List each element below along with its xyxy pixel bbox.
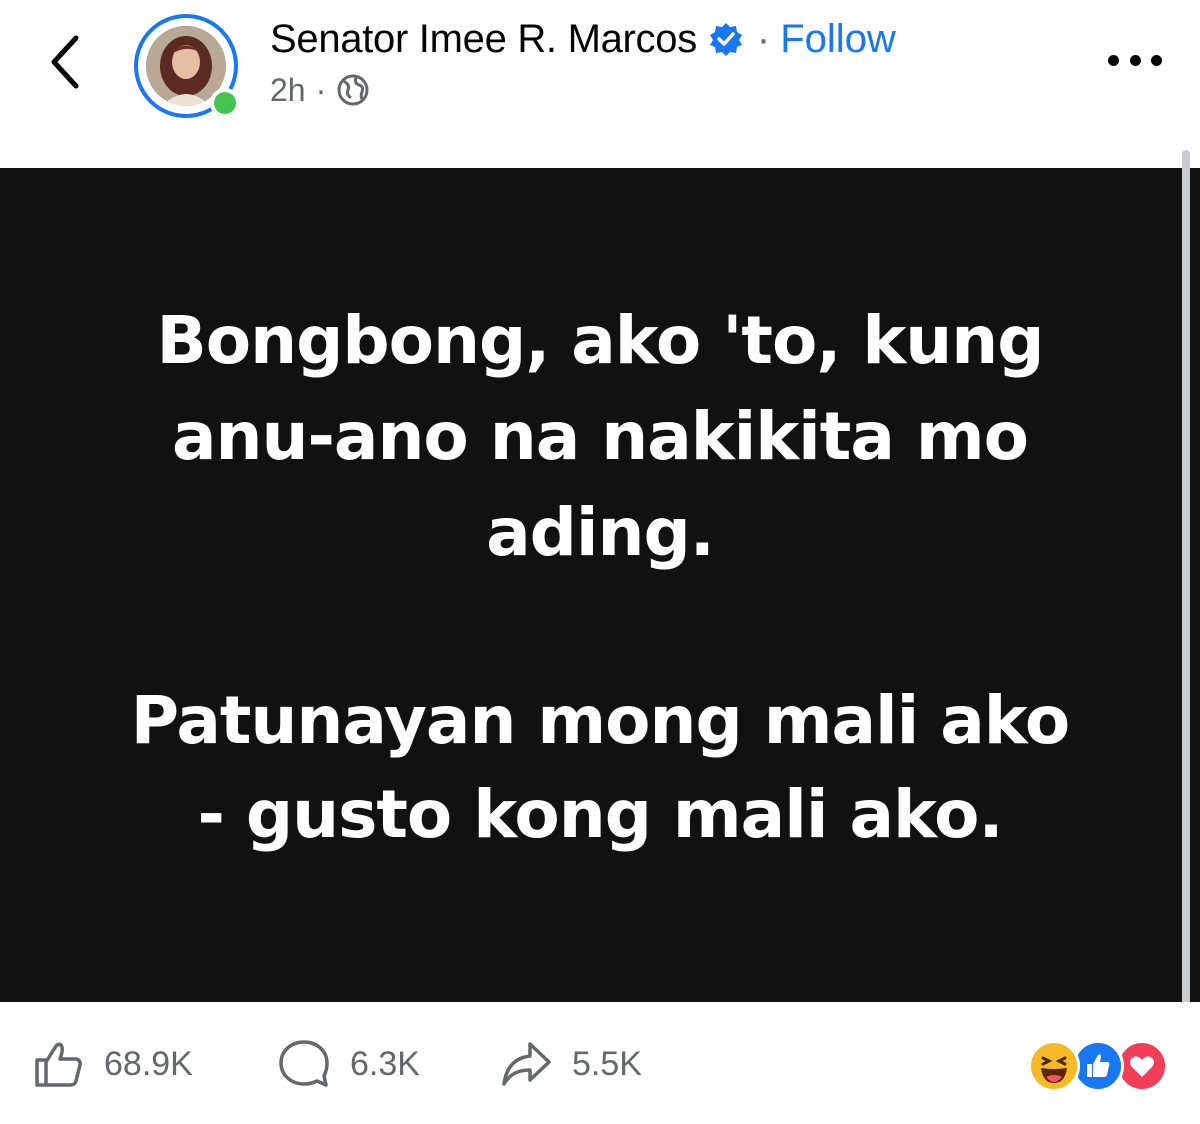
- post-meta: 2h ·: [270, 68, 370, 112]
- post-text-line: Patunayan mong mali ako: [130, 682, 1071, 759]
- back-button[interactable]: [38, 26, 98, 96]
- post-header: Senator Imee R. Marcos · Follow 2h ·: [0, 0, 1200, 168]
- verified-badge-icon: [709, 22, 743, 56]
- like-button[interactable]: 68.9K: [32, 1032, 193, 1096]
- author-avatar[interactable]: [134, 14, 246, 126]
- more-dot: [1108, 54, 1119, 66]
- author-name[interactable]: Senator Imee R. Marcos: [270, 17, 697, 62]
- share-button[interactable]: 5.5K: [500, 1032, 642, 1096]
- comment-button[interactable]: 6.3K: [278, 1032, 420, 1096]
- post-text-line: anu-ano na nakikita mo: [172, 398, 1029, 475]
- share-count: 5.5K: [572, 1044, 642, 1083]
- like-icon: [35, 1042, 82, 1087]
- meta-separator: ·: [315, 71, 327, 108]
- name-separator: ·: [756, 16, 771, 61]
- scrollbar[interactable]: [1182, 150, 1190, 1070]
- share-icon: [502, 1042, 551, 1086]
- follow-button[interactable]: Follow: [780, 17, 896, 62]
- more-dot: [1129, 54, 1141, 66]
- more-dot: [1151, 54, 1162, 66]
- haha-reaction-icon: [1028, 1040, 1080, 1092]
- post-text-line: ading.: [486, 494, 715, 571]
- like-count: 68.9K: [104, 1044, 193, 1083]
- text-post-card[interactable]: Bongbong, ako 'to, kung anu-ano na nakik…: [0, 168, 1200, 1002]
- comment-count: 6.3K: [350, 1044, 420, 1083]
- author-name-row: Senator Imee R. Marcos · Follow: [270, 14, 896, 64]
- post-time[interactable]: 2h: [270, 72, 306, 109]
- reactions-summary[interactable]: [1028, 1040, 1170, 1094]
- back-chevron-icon: [51, 35, 79, 89]
- globe-icon: [336, 73, 370, 107]
- comment-icon: [279, 1040, 329, 1087]
- post-text-line: Bongbong, ako 'to, kung: [156, 302, 1045, 379]
- online-status-icon: [210, 88, 240, 118]
- more-options-icon[interactable]: [1108, 48, 1162, 72]
- post-text-line: - gusto kong mali ako.: [197, 776, 1003, 853]
- post-actions-bar: 68.9K 6.3K 5.5K: [0, 1002, 1200, 1124]
